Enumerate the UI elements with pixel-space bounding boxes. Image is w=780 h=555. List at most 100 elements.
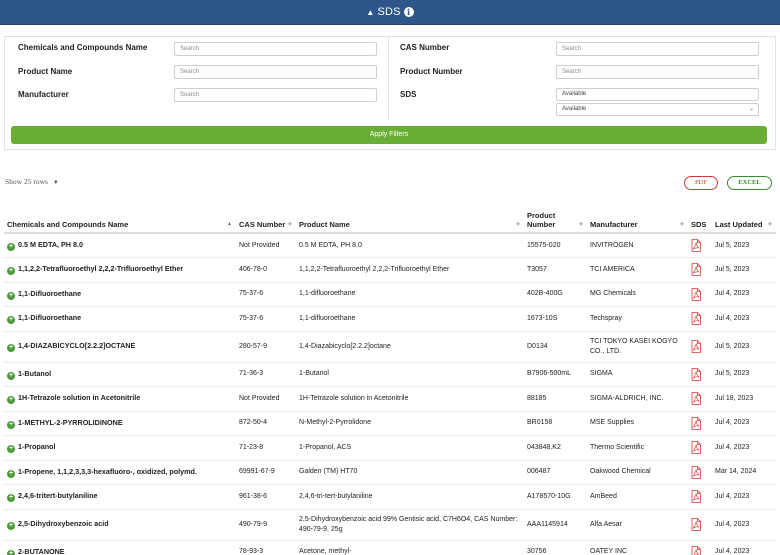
cell-product-number: A178570-10G xyxy=(524,484,587,510)
expand-row-icon[interactable]: + xyxy=(7,243,15,251)
pdf-file-icon[interactable] xyxy=(691,367,701,381)
cell-product-number: B7906-500mL xyxy=(524,362,587,387)
product-number-search-input[interactable]: Search xyxy=(556,65,759,79)
apply-filters-button[interactable]: Apply Filters xyxy=(11,126,767,144)
col-header-product-name[interactable]: Product Name ◆ xyxy=(296,202,524,234)
sds-filter-value[interactable]: Available xyxy=(556,88,759,101)
sds-select[interactable]: Available ⌄ xyxy=(556,103,759,116)
table-row[interactable]: +1-Butanol 71-36-3 1-Butanol B7906-500mL SIG… xyxy=(4,362,776,387)
pdf-file-icon[interactable] xyxy=(691,545,701,555)
expand-row-icon[interactable]: + xyxy=(7,494,15,503)
chemical-name-text: 1-Butanol xyxy=(18,368,52,378)
table-row[interactable]: +1H-Tetrazole solution in Acetonitrile No… xyxy=(4,386,776,412)
cell-product-name: Acetone, methyl- xyxy=(296,540,524,555)
cell-product-number: 1673-10S xyxy=(524,306,587,332)
expand-row-icon[interactable]: + xyxy=(7,344,15,352)
col-header-product-number[interactable]: Product Number ◆ xyxy=(524,202,587,234)
cell-cas: Not Provided xyxy=(236,386,296,412)
expand-row-icon[interactable]: + xyxy=(7,469,15,478)
pdf-file-icon[interactable] xyxy=(691,441,701,455)
chemicals-search-input[interactable]: Search xyxy=(174,42,377,56)
table-row[interactable]: +1-Propanol 71-23-8 1-Propanol, ACS 043848.… xyxy=(4,435,776,461)
col-header-updated[interactable]: Last Updated ◆ xyxy=(712,202,776,234)
chemical-name-text: 1H-Tetrazole solution in Acetonitrile xyxy=(18,393,141,403)
cell-cas: 71-23-8 xyxy=(236,435,296,461)
table-row[interactable]: +1,1,2,2-Tetrafluoroethyl 2,2,2-Trifluor… xyxy=(4,257,776,283)
table-row[interactable]: +2,5-Dihydroxybenzoic acid 490-79-9 2,5-Di… xyxy=(4,509,776,541)
info-icon[interactable]: i xyxy=(403,7,414,17)
pdf-file-icon[interactable] xyxy=(691,239,701,252)
cell-product-number: 15575-020 xyxy=(524,233,587,258)
chemical-name-text: 1-METHYL-2-PYRROLIDINONE xyxy=(18,417,123,427)
pdf-file-icon[interactable] xyxy=(691,263,701,277)
expand-row-icon[interactable]: + xyxy=(7,396,15,405)
cell-manufacturer: Alfa Aesar xyxy=(587,509,688,541)
show-rows-dropdown[interactable]: Show 25 rows ▼ xyxy=(5,177,59,186)
expand-row-icon[interactable]: + xyxy=(7,445,15,454)
pdf-file-icon[interactable] xyxy=(691,392,701,406)
manufacturer-search-input[interactable]: Search xyxy=(174,88,377,102)
table-row[interactable]: +1,1-Difluoroethane 75-37-6 1,1-difluoroet… xyxy=(4,306,776,332)
cas-search-input[interactable]: Search xyxy=(556,42,759,56)
chemical-name-text: 2,4,6-tritert-butylaniline xyxy=(18,491,98,501)
cell-sds xyxy=(688,362,712,387)
sort-icon: ◆ xyxy=(768,221,772,227)
cell-last-updated: Jul 5, 2023 xyxy=(712,257,776,283)
table-row[interactable]: +0.5 M EDTA, PH 8.0 Not Provided 0.5 M EDT… xyxy=(4,233,776,258)
cell-chemical-name: +2,5-Dihydroxybenzoic acid xyxy=(4,509,236,541)
cell-sds xyxy=(688,306,712,332)
expand-row-icon[interactable]: + xyxy=(7,316,15,325)
sort-icon: ◆ xyxy=(680,221,684,227)
cell-chemical-name: +1-METHYL-2-PYRROLIDINONE xyxy=(4,411,236,436)
cell-product-name: N-Methyl-2-Pyrrolidone xyxy=(296,411,524,436)
expand-row-icon[interactable]: + xyxy=(7,371,15,380)
expand-row-icon[interactable]: + xyxy=(7,291,15,300)
cell-product-number: 402B-400G xyxy=(524,282,587,307)
cell-product-name: 1-Butanol xyxy=(296,362,524,387)
table-row[interactable]: +1,4-DIAZABICYCLO[2.2.2]OCTANE 280-57-9 1,… xyxy=(4,331,776,363)
cell-manufacturer: TCI TOKYO KASEI KOGYO CO., LTD. xyxy=(587,331,688,363)
table-row[interactable]: +1-METHYL-2-PYRROLIDINONE 872-50-4 N-Methy… xyxy=(4,411,776,436)
chemical-name-text: 1,1-Difluoroethane xyxy=(18,313,82,323)
table-row[interactable]: +2,4,6-tritert-butylaniline 961-38-6 2,4,6… xyxy=(4,484,776,510)
pdf-file-icon[interactable] xyxy=(691,490,701,504)
sds-banner[interactable]: ▲ SDS i xyxy=(0,0,780,25)
expand-row-icon[interactable]: + xyxy=(7,420,15,429)
pdf-file-icon[interactable] xyxy=(691,312,701,326)
product-name-label: Product Name xyxy=(18,67,73,76)
col-header-cas[interactable]: CAS Number ◆ xyxy=(236,202,296,234)
table-body: +0.5 M EDTA, PH 8.0 Not Provided 0.5 M EDT… xyxy=(4,233,776,555)
cell-product-number: D0134 xyxy=(524,331,587,363)
pdf-file-icon[interactable] xyxy=(691,340,701,353)
cell-last-updated: Jul 4, 2023 xyxy=(712,484,776,510)
cell-chemical-name: +1H-Tetrazole solution in Acetonitrile xyxy=(4,386,236,412)
table-row[interactable]: +1-Propene, 1,1,2,3,3,3-hexafluoro-, oxi… xyxy=(4,460,776,485)
table-row[interactable]: +1,1-Difluoroethane 75-37-6 1,1-difluoroet… xyxy=(4,282,776,307)
pdf-file-icon[interactable] xyxy=(691,518,701,531)
pdf-file-icon[interactable] xyxy=(691,287,701,301)
export-excel-button[interactable]: EXCEL xyxy=(727,176,772,190)
show-rows-label: Show 25 rows xyxy=(5,177,48,186)
pdf-file-icon[interactable] xyxy=(691,465,701,479)
col-header-manufacturer[interactable]: Manufacturer ◆ xyxy=(587,202,688,234)
export-pdf-button[interactable]: PDF xyxy=(684,176,718,190)
cell-last-updated: Jul 4, 2023 xyxy=(712,306,776,332)
cell-chemical-name: +1-Butanol xyxy=(4,362,236,387)
col-header-sds[interactable]: SDS xyxy=(688,202,712,234)
cell-cas: 872-50-4 xyxy=(236,411,296,436)
col-header-product-number-label: Product Number xyxy=(527,211,556,229)
col-header-name[interactable]: Chemicals and Compounds Name ▲ xyxy=(4,202,236,234)
expand-row-icon[interactable]: + xyxy=(7,522,15,530)
cell-cas: 406-78-0 xyxy=(236,257,296,283)
table-row[interactable]: +2-BUTANONE 78-93-3 Acetone, methyl- 30756 O… xyxy=(4,540,776,555)
product-name-search-input[interactable]: Search xyxy=(174,65,377,79)
cell-product-name: 1,1-difluoroethane xyxy=(296,306,524,332)
expand-row-icon[interactable]: + xyxy=(7,549,15,555)
col-header-name-label: Chemicals and Compounds Name xyxy=(7,220,129,229)
chemical-name-text: 0.5 M EDTA, PH 8.0 xyxy=(18,240,83,249)
pdf-file-icon[interactable] xyxy=(691,416,701,430)
expand-row-icon[interactable]: + xyxy=(7,267,15,276)
cell-last-updated: Jul 4, 2023 xyxy=(712,282,776,307)
chemicals-label: Chemicals and Compounds Name xyxy=(18,43,148,52)
cell-manufacturer: MSE Supplies xyxy=(587,411,688,436)
